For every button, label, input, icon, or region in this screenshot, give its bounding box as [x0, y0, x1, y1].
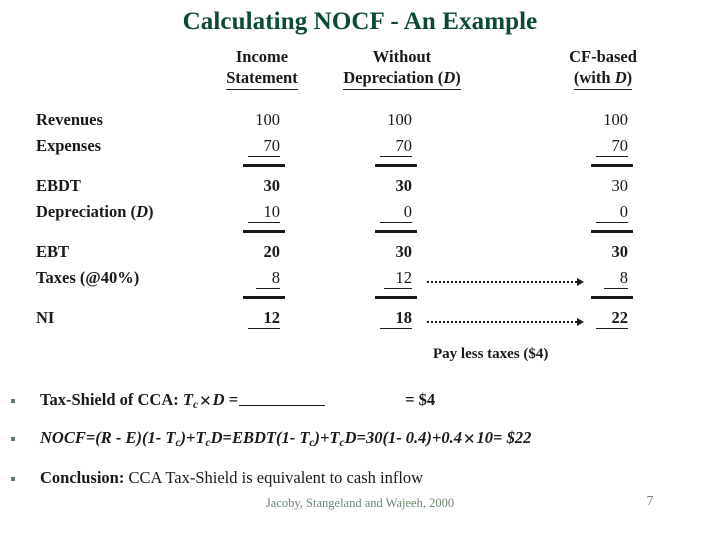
arrow-line: [427, 281, 577, 283]
subtotal-rule3-col1: [243, 296, 285, 299]
tax-shield-equals: =: [224, 390, 239, 409]
row-label-depreciation: Depreciation (D): [36, 202, 154, 221]
nocf-part5: )+T: [314, 428, 340, 447]
cell-ebdt-cf-based: 30: [611, 176, 629, 195]
row-label-expenses: Expenses: [36, 136, 102, 155]
cell-expenses-without-depreciation: 70: [380, 136, 412, 157]
page-title: Calculating NOCF - An Example: [182, 8, 538, 35]
cell-ebdt-without-depreciation: 30: [395, 176, 413, 195]
subtotal-rule-col1: [243, 164, 285, 167]
tax-shield-blank: [239, 392, 326, 406]
cell-ebdt-income-statement: 30: [263, 176, 281, 195]
column-header-line1: Without: [372, 47, 432, 66]
footer-credit: Jacoby, Stangeland and Wajeeh, 2000: [265, 496, 455, 510]
tax-shield-result: = $4: [405, 390, 436, 409]
row-label-ni: NI: [36, 308, 55, 327]
cell-depreciation-without-depreciation: 0: [380, 202, 412, 223]
multiplication-icon: ✕: [199, 392, 212, 410]
bullet-nocf-formula-text: NOCF=(R - E)(1- Tc)+TcD=EBDT(1- Tc)+TcD=…: [40, 428, 531, 449]
cell-ni-income-statement: 12: [248, 308, 280, 329]
nocf-part7: 10= $22: [476, 428, 532, 447]
multiplication-icon: ✕: [462, 430, 476, 448]
footer-page-number: 7: [646, 494, 654, 509]
nocf-label: NOCF: [40, 428, 86, 447]
column-header-cf-based: CF-based (with D): [540, 46, 666, 90]
row-label-revenues: Revenues: [36, 110, 103, 129]
subtotal-rule2-col1: [243, 230, 285, 233]
cell-taxes-cf-based: 8: [604, 268, 628, 289]
column-header-without-depreciation: Without Depreciation (D): [326, 46, 478, 90]
tax-shield-lead: Tax-Shield of CCA:: [40, 390, 183, 409]
arrow-head: [577, 318, 584, 326]
conclusion-lead: Conclusion:: [40, 468, 125, 487]
cell-ebt-cf-based: 30: [611, 242, 629, 261]
subtotal-rule2-col2: [375, 230, 417, 233]
bullet-marker: [11, 399, 15, 403]
nocf-part2: =(R - E)(1- T: [85, 428, 176, 447]
annotation-pay-less-taxes: Pay less taxes ($4): [433, 346, 549, 362]
nocf-part6: D=30(1- 0.4)+0.4: [344, 428, 462, 447]
tax-shield-d: D: [212, 390, 225, 409]
row-label-taxes: Taxes (@40%): [36, 268, 140, 287]
subtotal-rule-col3: [591, 164, 633, 167]
bullet-conclusion-text: Conclusion: CCA Tax-Shield is equivalent…: [40, 468, 423, 488]
cell-ni-without-depreciation: 18: [380, 308, 412, 329]
subtotal-rule2-col3: [591, 230, 633, 233]
column-header-line1: Income: [235, 47, 289, 66]
cell-revenues-cf-based: 100: [603, 110, 628, 129]
slide-canvas: Calculating NOCF - An Example Income Sta…: [0, 0, 720, 540]
arrow-taxes-to-cf: [427, 278, 587, 286]
column-header-line2: (with D): [573, 67, 633, 90]
cell-depreciation-income-statement: 10: [248, 202, 280, 223]
cell-expenses-cf-based: 70: [596, 136, 628, 157]
cell-depreciation-cf-based: 0: [596, 202, 628, 223]
cell-ebt-without-depreciation: 30: [395, 242, 413, 261]
column-header-line2: Statement: [226, 67, 298, 90]
arrow-head: [577, 278, 584, 286]
subtotal-rule3-col2: [375, 296, 417, 299]
bullet-marker: [11, 477, 15, 481]
cell-revenues-income-statement: 100: [255, 110, 280, 129]
cell-taxes-income-statement: 8: [256, 268, 280, 289]
bullet-marker: [11, 437, 15, 441]
cell-taxes-without-depreciation: 12: [384, 268, 412, 289]
column-header-line2: Depreciation (D): [343, 67, 461, 90]
cell-revenues-without-depreciation: 100: [387, 110, 412, 129]
bullet-tax-shield-text: Tax-Shield of CCA: Tc✕D = = $4: [40, 390, 435, 411]
subtotal-rule-col2: [375, 164, 417, 167]
subtotal-rule3-col3: [591, 296, 633, 299]
row-label-ebt: EBT: [36, 242, 70, 261]
arrow-line: [427, 321, 577, 323]
nocf-part3: )+T: [180, 428, 206, 447]
cell-ni-cf-based: 22: [596, 308, 628, 329]
column-header-line1: CF-based: [569, 47, 637, 66]
conclusion-body: CCA Tax-Shield is equivalent to cash inf…: [124, 468, 424, 487]
row-label-ebdt: EBDT: [36, 176, 81, 195]
arrow-ni-to-cf: [427, 318, 587, 326]
column-header-income-statement: Income Statement: [196, 46, 328, 90]
cell-expenses-income-statement: 70: [248, 136, 280, 157]
nocf-part4: D=EBDT(1- T: [210, 428, 310, 447]
cell-ebt-income-statement: 20: [263, 242, 281, 261]
tax-shield-tc: Tc: [182, 390, 199, 411]
